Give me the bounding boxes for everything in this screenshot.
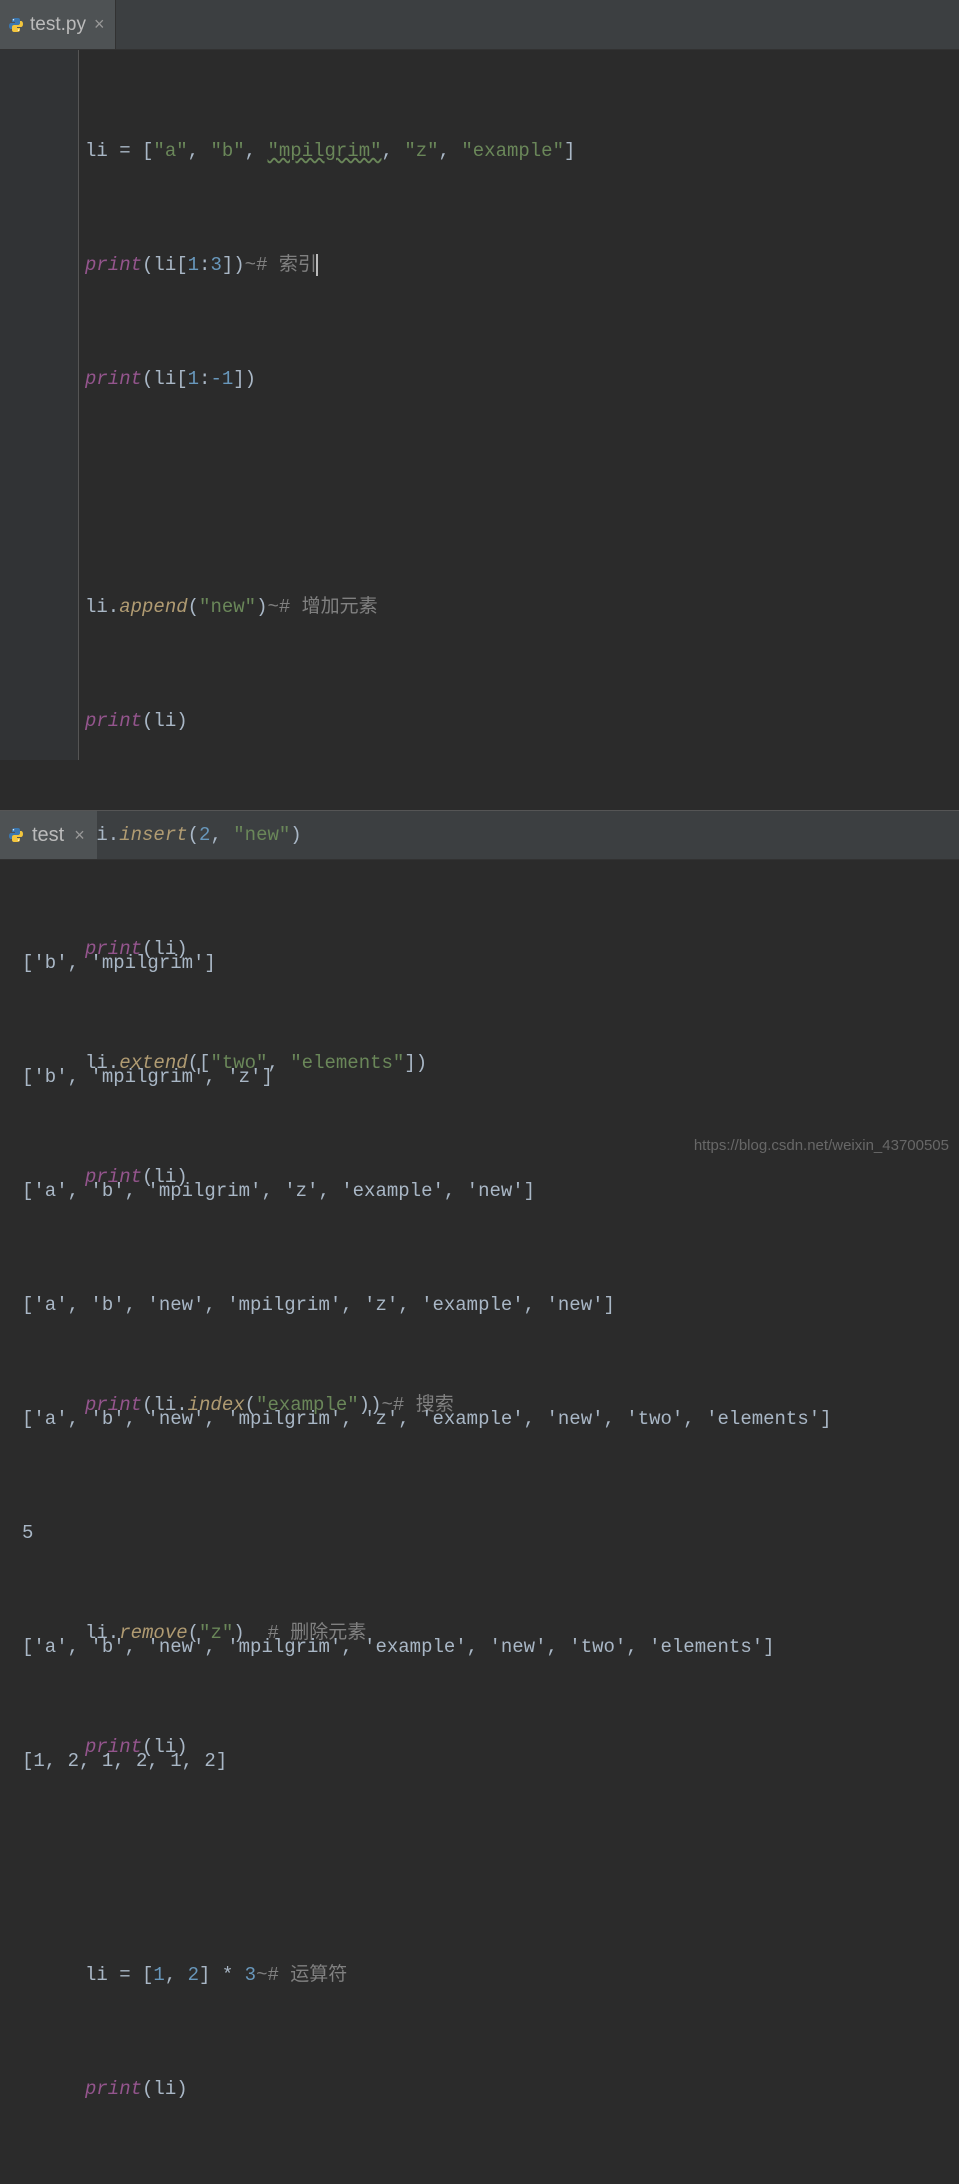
code-line-blank: [85, 1500, 575, 1538]
output-line: ['a', 'b', 'new', 'mpilgrim', 'z', 'exam…: [22, 1286, 959, 1324]
code-editor[interactable]: li = ["a", "b", "mpilgrim", "z", "exampl…: [0, 50, 959, 760]
tab-filename: test.py: [30, 14, 86, 36]
close-icon[interactable]: ×: [94, 14, 105, 35]
console-tab-name: test: [32, 824, 64, 847]
watermark-text: https://blog.csdn.net/weixin_43700505: [694, 1137, 949, 1154]
output-line: ['a', 'b', 'new', 'mpilgrim', 'example',…: [22, 1628, 959, 1666]
code-line: li = ["a", "b", "mpilgrim", "z", "exampl…: [85, 132, 575, 170]
console-tab-test[interactable]: test ×: [0, 811, 97, 859]
code-line: li.insert(2, "new"): [85, 816, 575, 854]
code-line: print(li[1:3])~# 索引: [85, 246, 575, 284]
editor-gutter: [0, 50, 79, 760]
code-line: print(li[1:-1]): [85, 360, 575, 398]
close-icon[interactable]: ×: [74, 825, 85, 846]
code-line: print(li): [85, 2070, 575, 2108]
output-line: ['a', 'b', 'mpilgrim', 'z', 'example', '…: [22, 1172, 959, 1210]
output-line: ['a', 'b', 'new', 'mpilgrim', 'z', 'exam…: [22, 1400, 959, 1438]
code-line: li.append("new")~# 增加元素: [85, 588, 575, 626]
code-area[interactable]: li = ["a", "b", "mpilgrim", "z", "exampl…: [79, 50, 575, 760]
code-line-blank: [85, 1842, 575, 1880]
editor-tab-test-py[interactable]: test.py ×: [0, 0, 116, 49]
text-cursor: [316, 254, 318, 276]
code-line-blank: [85, 474, 575, 512]
python-run-icon: [8, 827, 24, 843]
code-line: li = [1, 2] * 3~# 运算符: [85, 1956, 575, 1994]
code-line: print(li): [85, 702, 575, 740]
editor-tab-bar: test.py ×: [0, 0, 959, 50]
python-file-icon: [8, 17, 24, 33]
